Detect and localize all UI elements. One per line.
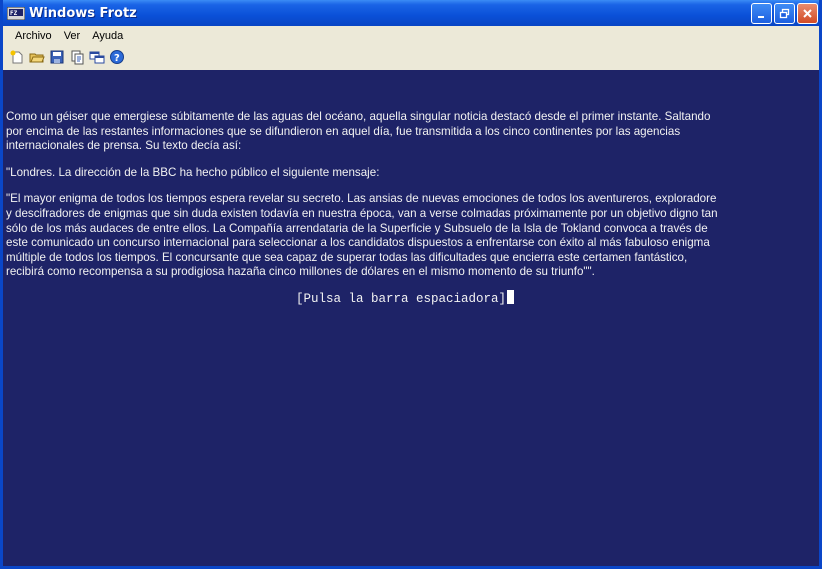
frotz-window: FZ Windows Frotz Archivo Ver Ayuda ? Com… [0,0,822,569]
story-line: internacionales de prensa. Su texto decí… [6,139,242,153]
story-line: y descifradores de enigmas que sin duda … [6,206,718,220]
story-paragraph: Como un géiser que emergiese súbitamente… [6,110,815,154]
minimize-button[interactable] [751,2,772,24]
options-icon[interactable] [89,49,105,65]
help-icon[interactable]: ? [109,49,125,65]
toolbar: ? [3,46,819,68]
text-cursor [507,289,515,304]
open-icon[interactable] [29,49,45,65]
story-paragraph: "Londres. La dirección de la BBC ha hech… [6,166,815,181]
story-paragraph: "El mayor enigma de todos los tiempos es… [6,192,815,280]
frotz-app-icon[interactable]: FZ [7,6,25,20]
press-space-prompt: [Pulsa la barra espaciadora] [6,289,815,307]
new-icon[interactable] [9,49,25,65]
menu-archivo[interactable]: Archivo [9,30,58,42]
game-text-area[interactable]: Como un géiser que emergiese súbitamente… [3,70,819,566]
restore-button[interactable] [774,2,795,24]
story-line: múltiple de todos los tiempos. El concur… [6,250,688,264]
story-line: por encima de las restantes informacione… [6,124,681,138]
story-line: "Londres. La dirección de la BBC ha hech… [6,165,380,179]
story-line: recibirá como recompensa a su prodigiosa… [6,265,595,279]
restore-icon [779,8,790,18]
menu-ayuda[interactable]: Ayuda [86,30,129,42]
save-icon[interactable] [49,49,65,65]
story-line: "El mayor enigma de todos los tiempos es… [6,192,717,206]
prompt-text: [Pulsa la barra espaciadora] [296,291,507,306]
menu-ver[interactable]: Ver [58,30,87,42]
minimize-icon [758,15,764,18]
menu-bar: Archivo Ver Ayuda [3,26,819,46]
window-title: Windows Frotz [29,5,137,21]
title-bar[interactable]: FZ Windows Frotz [3,0,819,26]
close-icon [803,8,812,18]
story-line: este comunicado un concurso internaciona… [6,236,710,250]
close-button[interactable] [797,2,818,24]
story-line: Como un géiser que emergiese súbitamente… [6,110,711,123]
svg-text:?: ? [114,53,120,64]
story-line: sólo de los más audaces de entre ellos. … [6,221,708,235]
copy-icon[interactable] [69,49,85,65]
svg-text:FZ: FZ [10,10,18,17]
